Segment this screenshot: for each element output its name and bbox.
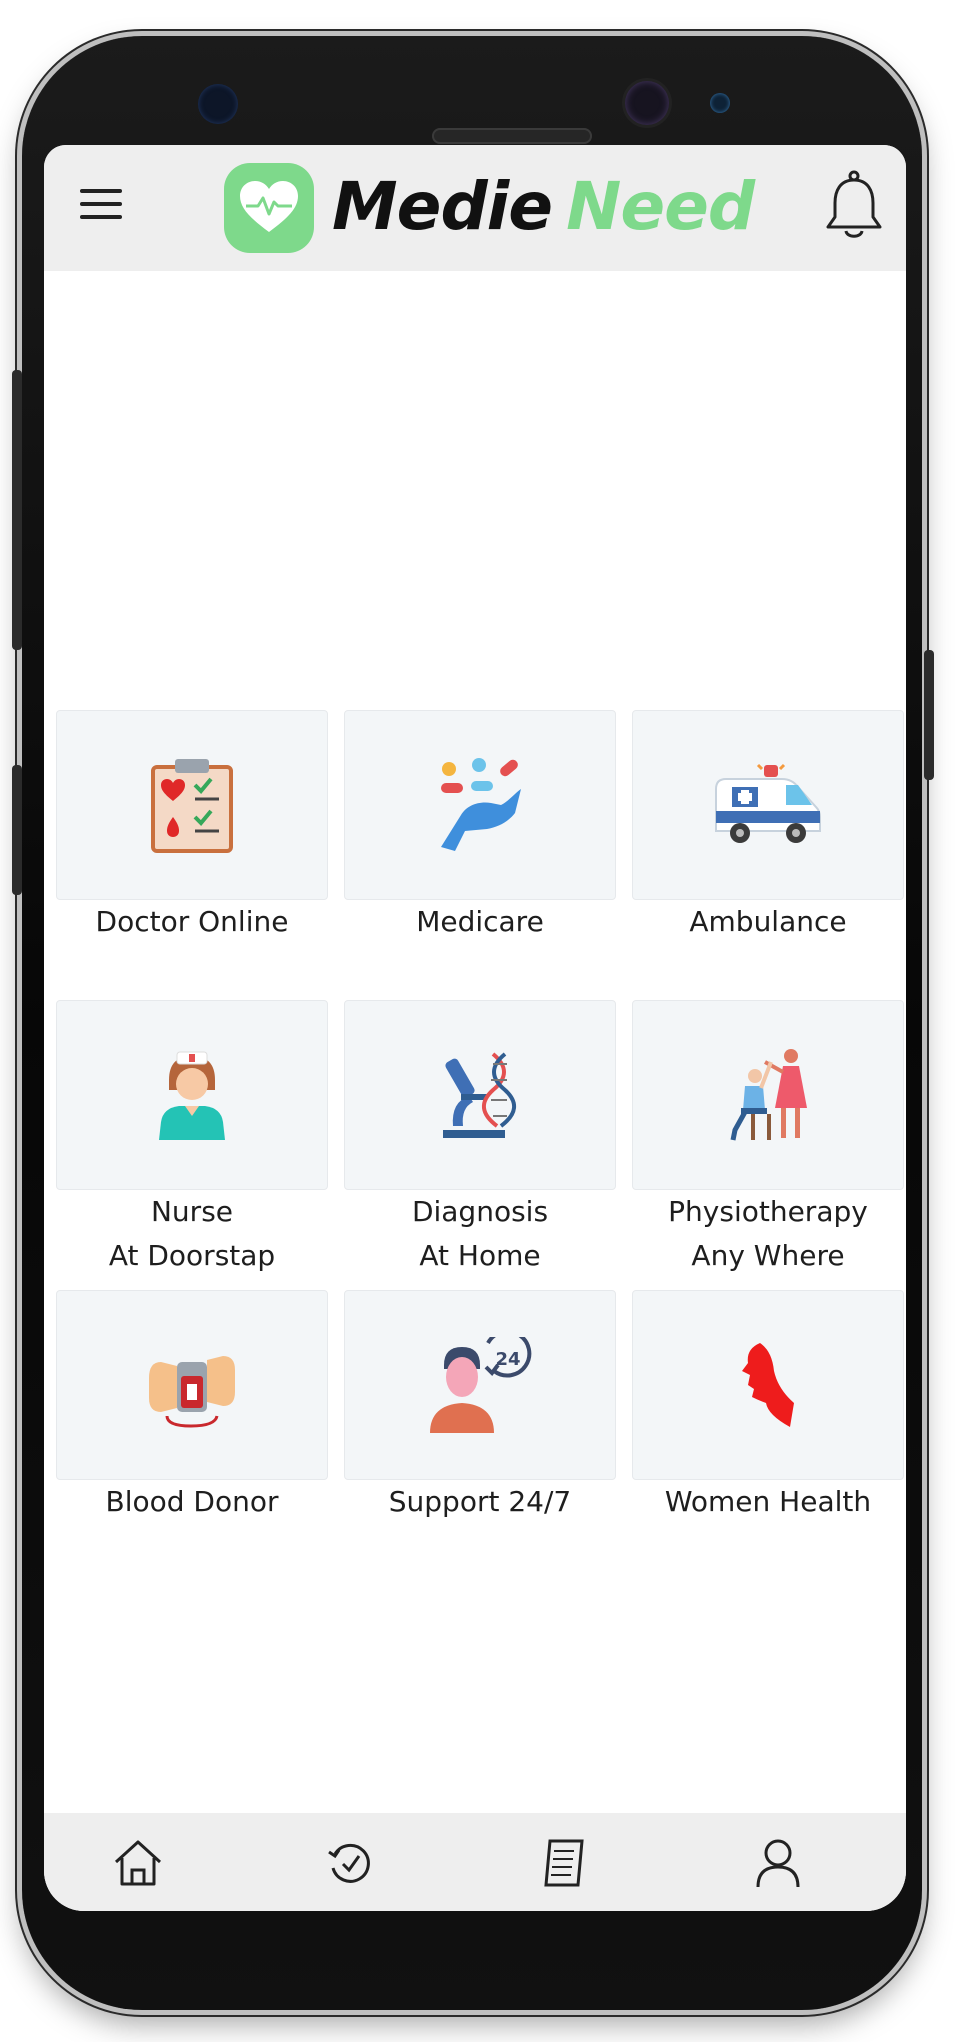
service-card[interactable] [344, 1000, 616, 1190]
heart-pulse-icon [224, 163, 314, 253]
banner-area [44, 271, 906, 701]
support-24-icon: 24 [430, 1337, 532, 1433]
microscope-dna-icon [443, 1052, 516, 1138]
clipboard-checklist-icon [151, 759, 233, 853]
service-women-health[interactable]: Women Health [632, 1290, 904, 1524]
service-label: Physiotherapy Any Where [668, 1195, 868, 1272]
blood-bag-icon [149, 1356, 235, 1428]
reports-icon[interactable] [534, 1833, 594, 1893]
bottom-navigation-bar [44, 1813, 906, 1911]
service-card[interactable] [56, 1290, 328, 1480]
service-doctor-online[interactable]: Doctor Online [56, 710, 328, 944]
service-label: Medicare [416, 905, 544, 938]
service-label: Women Health [664, 1485, 872, 1518]
service-card[interactable] [632, 710, 904, 900]
earpiece-speaker [432, 128, 592, 144]
service-diagnosis-at-home[interactable]: Diagnosis At Home [344, 1000, 616, 1278]
nurse-icon [159, 1051, 225, 1140]
service-label: Ambulance [689, 905, 847, 938]
service-blood-donor[interactable]: Blood Donor [56, 1290, 328, 1524]
service-label: Nurse At Doorstap [108, 1195, 276, 1272]
brand-name-part-1: Medie [332, 168, 553, 245]
service-medicare[interactable]: Medicare [344, 710, 616, 944]
power-button [924, 650, 934, 780]
top-app-bar: Medie Need [44, 145, 906, 271]
front-camera [625, 81, 669, 125]
service-label: Support 24/7 [388, 1485, 572, 1518]
svg-text:24: 24 [495, 1349, 520, 1370]
service-label: Blood Donor [105, 1485, 279, 1518]
hand-pills-icon [441, 758, 521, 851]
service-label: Diagnosis At Home [411, 1195, 549, 1272]
bixby-button [12, 765, 22, 895]
app-logo-text: Medie Need [332, 167, 755, 247]
hamburger-menu-icon[interactable] [80, 189, 122, 223]
service-ambulance[interactable]: Ambulance [632, 710, 904, 944]
front-sensor [198, 84, 238, 124]
ambulance-icon [715, 763, 821, 843]
history-icon[interactable] [320, 1833, 380, 1893]
woman-profile-icon [742, 1343, 794, 1427]
service-card[interactable] [56, 1000, 328, 1190]
service-support-24-7[interactable]: 24 Support 24/7 [344, 1290, 616, 1524]
service-label: Doctor Online [95, 905, 289, 938]
home-icon[interactable] [108, 1833, 168, 1893]
app-screen: Medie Need Doctor Online Medicare Ambula… [44, 145, 906, 1911]
service-card[interactable] [344, 710, 616, 900]
service-nurse-at-doorstep[interactable]: Nurse At Doorstap [56, 1000, 328, 1278]
service-card[interactable] [632, 1290, 904, 1480]
volume-up-button [12, 370, 22, 650]
service-card[interactable]: 24 [344, 1290, 616, 1480]
profile-icon[interactable] [748, 1833, 808, 1893]
service-physiotherapy-anywhere[interactable]: Physiotherapy Any Where [632, 1000, 904, 1278]
brand-name-part-2: Need [566, 168, 755, 245]
bell-icon[interactable] [824, 169, 884, 241]
service-card[interactable] [632, 1000, 904, 1190]
service-card[interactable] [56, 710, 328, 900]
physiotherapy-icon [730, 1049, 807, 1141]
proximity-sensor [710, 93, 730, 113]
